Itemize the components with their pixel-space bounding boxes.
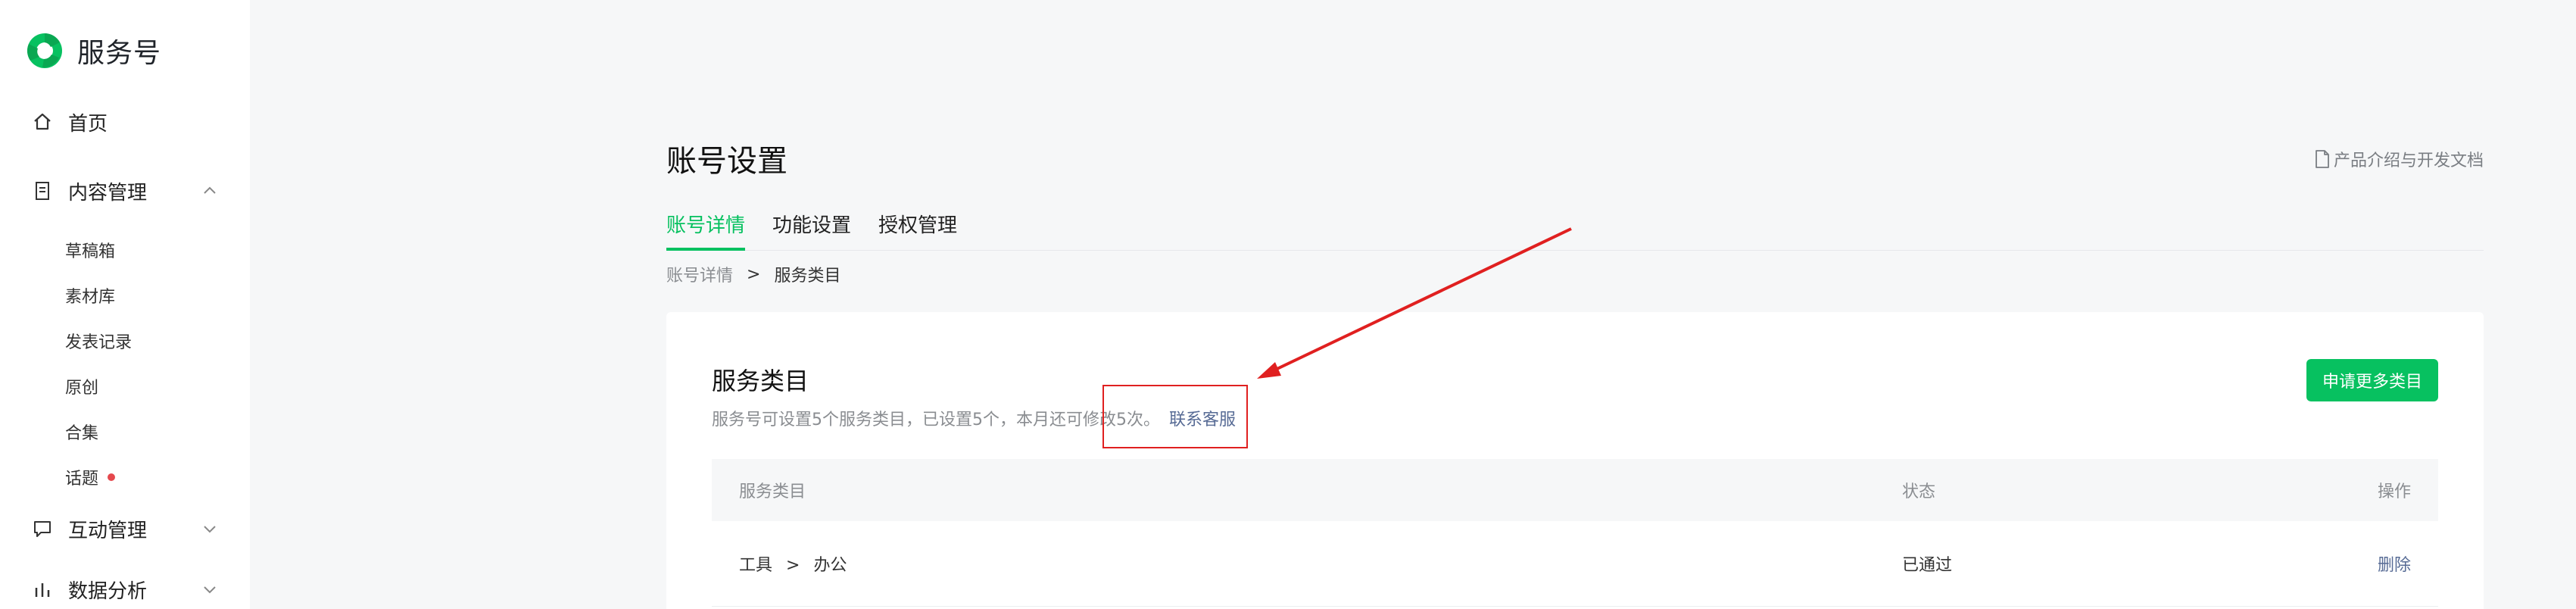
page-title: 账号设置 (666, 144, 787, 179)
chevron-down-icon[interactable] (201, 581, 218, 598)
breadcrumb-parent[interactable]: 账号详情 (666, 262, 733, 286)
brand[interactable]: 服务号 (26, 29, 161, 73)
header-action: 操作 (2377, 483, 2411, 501)
sidebar-item-data-analytics[interactable]: 数据分析 (0, 565, 250, 609)
wechat-service-logo-icon (27, 33, 62, 68)
breadcrumb-current: 服务类目 (774, 267, 841, 286)
category-parent: 工具 (739, 556, 773, 575)
header-status: 状态 (1902, 483, 1936, 501)
category-child: 办公 (813, 556, 847, 575)
service-category-card: 服务类目 服务号可设置5个服务类目，已设置5个，本月还可修改5次。 联系客服 申请… (666, 312, 2484, 609)
home-icon (34, 113, 51, 130)
header-category: 服务类目 (739, 483, 806, 501)
sidebar-subitem-original[interactable]: 原创 (0, 364, 250, 409)
annotation-highlight-box (1102, 385, 1248, 448)
app-root: 服务号 首页 内容管理 草稿箱 素材库 发表记录 原创 合集 话题 互动管理 数… (0, 0, 2576, 609)
sidebar-subitem-label: 话题 (65, 470, 99, 489)
tab-bar: 账号详情 功能设置 授权管理 (666, 209, 2484, 251)
breadcrumb: 账号详情 > 服务类目 (666, 262, 840, 286)
sidebar-subitem-drafts[interactable]: 草稿箱 (0, 227, 250, 273)
brand-title: 服务号 (77, 38, 162, 69)
apply-more-categories-button[interactable]: 申请更多类目 (2306, 359, 2438, 401)
doc-link-label: 产品介绍与开发文档 (2333, 151, 2484, 170)
doc-link[interactable]: 产品介绍与开发文档 (2314, 147, 2484, 171)
chevron-up-icon[interactable] (201, 183, 218, 199)
tab-function-settings[interactable]: 功能设置 (772, 209, 851, 250)
sidebar-subitem-label: 草稿箱 (65, 242, 116, 261)
sidebar-item-label: 内容管理 (68, 181, 148, 205)
tab-authorization-management[interactable]: 授权管理 (878, 209, 957, 250)
row-status: 已通过 (1902, 556, 1953, 575)
sidebar-item-label: 数据分析 (68, 579, 148, 603)
sidebar-group-content: 内容管理 草稿箱 素材库 发表记录 原创 合集 话题 (0, 167, 250, 500)
sidebar-group-interaction: 互动管理 (0, 504, 250, 553)
delete-link[interactable]: 删除 (2378, 551, 2411, 576)
tab-account-details[interactable]: 账号详情 (666, 209, 746, 251)
sidebar-group-analytics: 数据分析 (0, 565, 250, 609)
sidebar-subitem-label: 发表记录 (65, 333, 133, 352)
new-badge-dot (108, 473, 116, 481)
category-separator: > (786, 556, 800, 575)
chart-icon (35, 583, 50, 597)
sidebar-item-content-management[interactable]: 内容管理 (0, 167, 250, 215)
sidebar-subitem-label: 合集 (65, 424, 99, 443)
sidebar-item-interaction-management[interactable]: 互动管理 (0, 504, 250, 553)
row-category: 工具 > 办公 (739, 551, 847, 576)
sidebar-nav: 首页 内容管理 草稿箱 素材库 发表记录 原创 合集 话题 互动管理 数据分析 (0, 98, 250, 609)
sidebar-subitem-collection[interactable]: 合集 (0, 409, 250, 454)
document-icon (36, 182, 49, 200)
table-row: 工具 > 办公 已通过 删除 (712, 521, 2438, 607)
file-icon (2316, 150, 2329, 168)
card-title: 服务类目 (712, 367, 809, 395)
sidebar-subitem-label: 原创 (65, 379, 99, 398)
sidebar-subitem-publish-records[interactable]: 发表记录 (0, 318, 250, 364)
sidebar-subitem-library[interactable]: 素材库 (0, 273, 250, 318)
sidebar-subitem-topics[interactable]: 话题 (0, 454, 250, 500)
sidebar-subitem-label: 素材库 (65, 288, 116, 307)
chat-icon (34, 521, 51, 537)
table-header: 服务类目 状态 操作 (712, 459, 2438, 521)
chevron-down-icon[interactable] (201, 520, 218, 537)
sidebar-item-label: 首页 (68, 112, 108, 136)
breadcrumb-separator: > (747, 264, 761, 284)
sidebar-item-home[interactable]: 首页 (0, 98, 250, 145)
description-text: 服务号可设置5个服务类目，已设置5个，本月还可修改5次。 (712, 411, 1160, 429)
category-table: 服务类目 状态 操作 工具 > 办公 已通过 删除 (712, 459, 2438, 607)
sidebar-item-label: 互动管理 (68, 519, 148, 542)
sidebar: 服务号 首页 内容管理 草稿箱 素材库 发表记录 原创 合集 话题 互动管理 数… (0, 0, 250, 609)
